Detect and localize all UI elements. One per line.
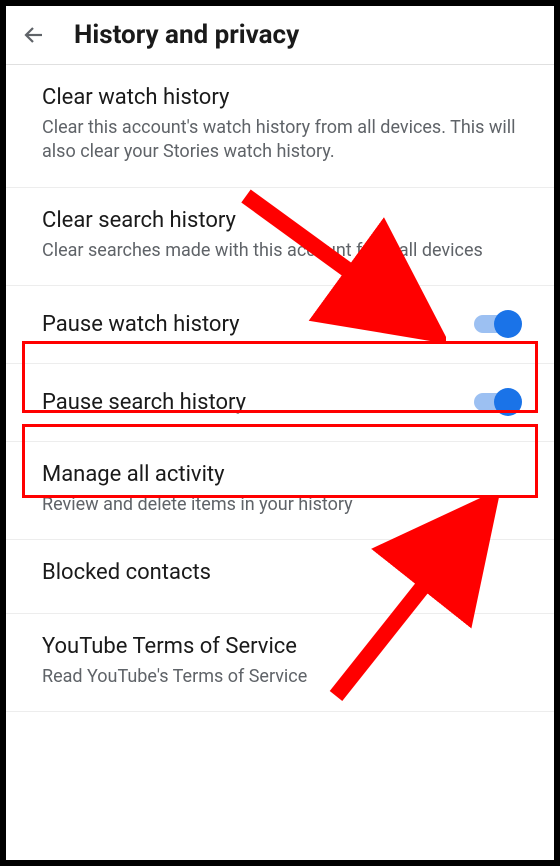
item-title: Clear watch history [42,85,518,110]
item-title: Blocked contacts [42,560,518,585]
item-subtitle: Read YouTube's Terms of Service [42,665,518,689]
item-title: Pause search history [42,390,246,415]
item-title: Pause watch history [42,312,240,337]
item-subtitle: Clear this account's watch history from … [42,116,518,165]
blocked-contacts-item[interactable]: Blocked contacts [6,540,554,614]
back-arrow-icon[interactable] [22,23,46,47]
page-title: History and privacy [74,20,299,50]
settings-screen: History and privacy Clear watch history … [6,6,554,860]
clear-search-history-item[interactable]: Clear search history Clear searches made… [6,188,554,286]
pause-watch-history-item[interactable]: Pause watch history [6,286,554,364]
pause-search-history-toggle[interactable] [474,393,518,411]
header-bar: History and privacy [6,6,554,65]
item-title: Manage all activity [42,462,518,487]
clear-watch-history-item[interactable]: Clear watch history Clear this account's… [6,65,554,188]
manage-all-activity-item[interactable]: Manage all activity Review and delete it… [6,442,554,540]
pause-search-history-item[interactable]: Pause search history [6,364,554,442]
item-title: Clear search history [42,208,518,233]
pause-watch-history-toggle[interactable] [474,315,518,333]
toggle-knob-icon [494,310,522,338]
settings-list: Clear watch history Clear this account's… [6,65,554,712]
item-title: YouTube Terms of Service [42,634,518,659]
toggle-knob-icon [494,388,522,416]
youtube-terms-item[interactable]: YouTube Terms of Service Read YouTube's … [6,614,554,712]
item-subtitle: Clear searches made with this account fr… [42,239,518,263]
item-subtitle: Review and delete items in your history [42,493,518,517]
